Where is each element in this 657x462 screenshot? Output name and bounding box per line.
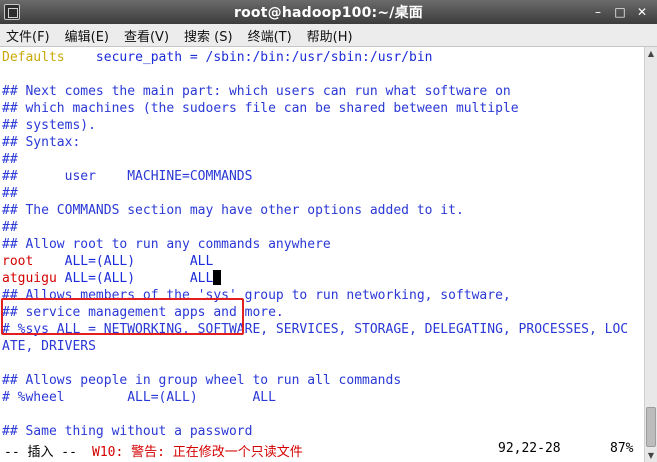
title-bar: root@hadoop100:~/桌面 – □ ✕ [0,0,657,24]
vertical-scrollbar[interactable]: ▲ ▼ [644,47,657,462]
window-title: root@hadoop100:~/桌面 [234,5,423,21]
text-line: ## service management apps and more. [2,305,284,320]
text-line: ## The COMMANDS section may have other o… [2,203,464,218]
text-line: Defaults secure_path = /sbin:/bin:/usr/s… [2,50,433,65]
text-line: ## Next comes the main part: which users… [2,84,511,99]
scroll-down-icon[interactable]: ▼ [645,449,657,462]
text-line: # %sys ALL = NETWORKING, SOFTWARE, SERVI… [2,322,629,337]
menu-help[interactable]: 帮助(H) [307,26,353,45]
text-cursor [213,270,222,285]
menu-bar: 文件(F) 编辑(E) 查看(V) 搜索 (S) 终端(T) 帮助(H) [0,24,657,47]
vim-status-line: -- 插入 -- W10: 警告: 正在修改一个只读文件 92,22-28 87… [0,441,644,460]
text-line: ## Allow root to run any commands anywhe… [2,237,331,252]
scroll-up-icon[interactable]: ▲ [645,47,657,60]
terminal-area[interactable]: Defaults secure_path = /sbin:/bin:/usr/s… [0,47,644,462]
text-line: ## Allows members of the 'sys' group to … [2,288,511,303]
text-line: ## [2,220,18,235]
text-line: ## [2,186,18,201]
readonly-warning: W10: 警告: 正在修改一个只读文件 [92,445,303,460]
scroll-percent: 87% [610,441,634,456]
sudoers-atguigu-line: atguigu ALL=(ALL) ALL [2,270,628,287]
scrollbar-thumb[interactable] [646,407,656,447]
window-menu-icon[interactable] [4,4,20,20]
menu-edit[interactable]: 编辑(E) [65,26,109,45]
text-line: ## [2,152,18,167]
text-line: ## systems). [2,118,96,133]
text-line: ATE, DRIVERS [2,339,96,354]
text-line [2,355,628,372]
text-line: ## Syntax: [2,135,81,150]
menu-search[interactable]: 搜索 (S) [184,26,233,45]
menu-terminal[interactable]: 终端(T) [248,26,292,45]
text-line: ## which machines (the sudoers file can … [2,101,519,116]
maximize-icon[interactable]: □ [611,3,629,21]
text-line: ## Same thing without a password [2,424,253,439]
text-line: ## user MACHINE=COMMANDS [2,169,253,184]
menu-view[interactable]: 查看(V) [124,26,169,45]
insert-mode-indicator: -- 插入 -- [4,445,77,460]
close-icon[interactable]: ✕ [633,3,651,21]
editor-text: Defaults secure_path = /sbin:/bin:/usr/s… [2,49,628,440]
minimize-icon[interactable]: – [589,3,607,21]
text-line [2,66,628,83]
window-controls: – □ ✕ [589,3,651,21]
menu-file[interactable]: 文件(F) [6,26,50,45]
text-line [2,406,628,423]
cursor-position: 92,22-28 [498,441,561,456]
text-line: # %wheel ALL=(ALL) ALL [2,390,276,405]
text-line: ## Allows people in group wheel to run a… [2,373,402,388]
sudoers-root-line: root ALL=(ALL) ALL [2,254,214,269]
